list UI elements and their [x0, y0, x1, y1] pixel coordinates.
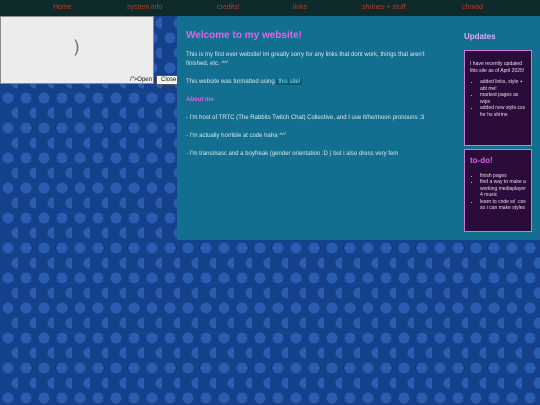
updates-item: added new style.css for hs shrine: [480, 105, 526, 118]
formatted-prefix: This website was formatted using: [186, 79, 277, 85]
popup-controls: /">Open Close: [130, 75, 182, 85]
top-navbar: Home system info credits! links shrines …: [0, 0, 540, 16]
about-heading: About me: [186, 97, 214, 103]
nav-links[interactable]: links: [293, 4, 307, 11]
todo-item: find a way to make a working mediaplayer…: [480, 179, 526, 199]
updates-list: added links, style + abt me! marked page…: [470, 79, 526, 118]
todo-box: to-do! finish pages find a way to make a…: [464, 149, 532, 232]
broken-embed-popup: ): [0, 16, 154, 84]
page-title: Welcome to my website!: [186, 30, 302, 41]
todo-heading: to-do!: [470, 156, 493, 165]
about-item-3: - I'm transmasc and a boyfreak (gender o…: [186, 151, 399, 157]
popup-open-link[interactable]: /">Open: [130, 77, 152, 83]
popup-placeholder-glyph: ): [73, 37, 81, 58]
nav-home[interactable]: Home: [53, 4, 72, 11]
nav-credits[interactable]: credits!: [217, 4, 240, 11]
intro-text: This is my first ever website! im greatl…: [186, 52, 425, 67]
about-item-2: - I'm actually horrible at code haha ^^': [186, 133, 286, 139]
about-item-1: - I'm host of TRTC (The Rabbits Twitch C…: [186, 115, 425, 121]
nav-system-info[interactable]: system info: [127, 4, 162, 11]
todo-list: finish pages find a way to make a workin…: [470, 173, 526, 212]
formatted-link[interactable]: this site!: [276, 79, 303, 85]
updates-heading: Updates: [464, 32, 496, 41]
formatted-line: This website was formatted using this si…: [186, 78, 446, 87]
updates-text: I have recently updated this site as of …: [470, 61, 525, 74]
todo-item: learn to code w/ .css so i can make styl…: [480, 199, 526, 212]
nav-shrines[interactable]: shrines + stuff: [362, 4, 406, 11]
updates-item: marked pages as wips: [480, 92, 526, 105]
updates-item: added links, style + abt me!: [480, 79, 526, 92]
nav-chmod[interactable]: chmod: [462, 4, 483, 11]
main-content-panel: Welcome to my website! This is my first …: [177, 16, 455, 240]
updates-box: I have recently updated this site as of …: [464, 50, 532, 146]
